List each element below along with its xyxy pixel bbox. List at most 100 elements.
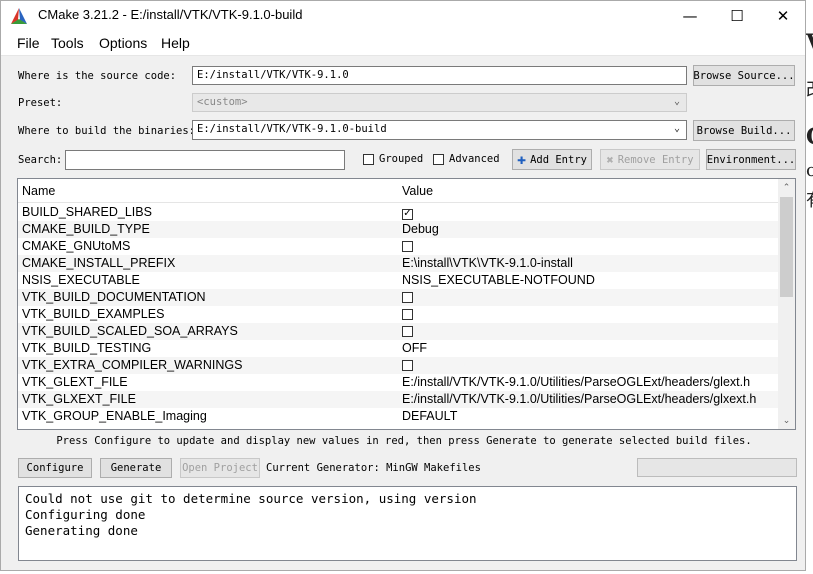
entry-name: VTK_GLXEXT_FILE <box>22 392 136 406</box>
background-right-glyph: 有 <box>806 186 813 212</box>
generate-button[interactable]: Generate <box>100 458 172 478</box>
entry-name: VTK_BUILD_SCALED_SOA_ARRAYS <box>22 324 238 338</box>
output-log[interactable]: Could not use git to determine source ve… <box>18 486 797 561</box>
menu-options[interactable]: Options <box>99 35 147 51</box>
entry-name: VTK_GROUP_ENABLE_Imaging <box>22 409 207 423</box>
entry-name: CMAKE_BUILD_TYPE <box>22 222 150 236</box>
remove-entry-label: Remove Entry <box>617 153 694 166</box>
grouped-label: Grouped <box>379 153 424 165</box>
table-row[interactable]: CMAKE_BUILD_TYPE Debug <box>18 221 779 238</box>
chevron-down-icon: ⌄ <box>673 96 680 107</box>
empty-checkbox[interactable] <box>402 309 413 320</box>
background-right-glyph: C <box>806 124 813 150</box>
add-entry-label: Add Entry <box>530 153 587 166</box>
background-right-glyph: o <box>806 160 813 181</box>
progress-bar <box>637 458 797 477</box>
empty-checkbox[interactable] <box>402 326 413 337</box>
scrollbar-thumb[interactable] <box>780 197 793 297</box>
remove-icon: ✖ <box>606 152 614 167</box>
configure-hint: Press Configure to update and display ne… <box>56 435 752 447</box>
advanced-box[interactable] <box>433 153 444 165</box>
build-path-value: E:/install/VTK/VTK-9.1.0-build <box>197 123 387 135</box>
entry-name: NSIS_EXECUTABLE <box>22 273 140 287</box>
entry-name: BUILD_SHARED_LIBS <box>22 205 152 219</box>
browse-build-button[interactable]: Browse Build... <box>693 120 795 141</box>
entry-value[interactable]: NSIS_EXECUTABLE-NOTFOUND <box>402 272 595 289</box>
menu-tools[interactable]: Tools <box>51 35 84 51</box>
search-label: Search: <box>18 154 63 166</box>
cmake-logo-icon <box>11 8 27 24</box>
entry-value[interactable]: E:/install/VTK/VTK-9.1.0/Utilities/Parse… <box>402 374 750 391</box>
entry-value[interactable]: E:/install/VTK/VTK-9.1.0/Utilities/Parse… <box>402 391 756 408</box>
current-generator-label: Current Generator: MinGW Makefiles <box>266 462 481 474</box>
output-line: Generating done <box>25 523 138 538</box>
scroll-up-icon[interactable]: ⌃ <box>778 179 795 196</box>
browse-source-button[interactable]: Browse Source... <box>693 65 795 86</box>
preset-label: Preset: <box>18 97 63 109</box>
build-label: Where to build the binaries: <box>18 125 196 137</box>
name-column-header[interactable]: Name <box>22 184 55 198</box>
entry-name: VTK_EXTRA_COMPILER_WARNINGS <box>22 358 243 372</box>
entry-value[interactable]: E:\install\VTK\VTK-9.1.0-install <box>402 255 573 272</box>
maximize-button[interactable]: ☐ <box>714 1 760 31</box>
preset-value: <custom> <box>197 96 248 108</box>
entry-value[interactable]: Debug <box>402 221 439 238</box>
menu-help[interactable]: Help <box>161 35 190 51</box>
background-right-glyph: V <box>806 30 813 56</box>
environment-button[interactable]: Environment... <box>706 149 796 170</box>
source-label: Where is the source code: <box>18 70 177 82</box>
entry-name: VTK_BUILD_DOCUMENTATION <box>22 290 206 304</box>
open-project-button: Open Project <box>180 458 260 478</box>
table-row[interactable]: VTK_BUILD_DOCUMENTATION <box>18 289 779 306</box>
remove-entry-button: ✖ Remove Entry <box>600 149 700 170</box>
table-row[interactable]: VTK_GLXEXT_FILE E:/install/VTK/VTK-9.1.0/… <box>18 391 779 408</box>
background-right-glyph: 改 <box>806 76 813 102</box>
table-row[interactable]: VTK_GLEXT_FILE E:/install/VTK/VTK-9.1.0/U… <box>18 374 779 391</box>
cmake-window: CMake 3.21.2 - E:/install/VTK/VTK-9.1.0-… <box>0 0 806 571</box>
table-row[interactable]: VTK_BUILD_TESTING OFF <box>18 340 779 357</box>
chevron-down-icon[interactable]: ⌄ <box>674 123 680 134</box>
scroll-down-icon[interactable]: ⌄ <box>778 412 795 429</box>
advanced-checkbox[interactable]: Advanced <box>433 153 500 165</box>
entry-value-checkbox[interactable]: ✓ <box>402 204 418 221</box>
vertical-scrollbar[interactable]: ⌃ ⌄ <box>778 179 795 429</box>
add-entry-button[interactable]: ✚ Add Entry <box>512 149 592 170</box>
build-path-combo[interactable]: E:/install/VTK/VTK-9.1.0-build ⌄ <box>192 120 687 140</box>
plus-icon: ✚ <box>517 150 527 168</box>
table-row[interactable]: CMAKE_GNUtoMS <box>18 238 779 255</box>
table-row[interactable]: NSIS_EXECUTABLE NSIS_EXECUTABLE-NOTFOUND <box>18 272 779 289</box>
entry-name: VTK_GLEXT_FILE <box>22 375 128 389</box>
table-row[interactable]: VTK_EXTRA_COMPILER_WARNINGS <box>18 357 779 374</box>
entry-name: CMAKE_INSTALL_PREFIX <box>22 256 176 270</box>
table-row[interactable]: CMAKE_INSTALL_PREFIX E:\install\VTK\VTK-9… <box>18 255 779 272</box>
entry-name: VTK_BUILD_TESTING <box>22 341 152 355</box>
close-button[interactable]: ✕ <box>760 1 805 31</box>
grouped-box[interactable] <box>363 153 374 165</box>
grouped-checkbox[interactable]: Grouped <box>363 153 423 165</box>
entry-name: VTK_BUILD_EXAMPLES <box>22 307 165 321</box>
window-title: CMake 3.21.2 - E:/install/VTK/VTK-9.1.0-… <box>38 7 303 22</box>
preset-combo: <custom> ⌄ <box>192 93 687 112</box>
cache-table: Name Value BUILD_SHARED_LIBS ✓ CMAKE_BUILD… <box>17 178 796 430</box>
empty-checkbox[interactable] <box>402 292 413 303</box>
table-row[interactable]: VTK_BUILD_EXAMPLES <box>18 306 779 323</box>
value-column-header[interactable]: Value <box>402 184 433 198</box>
empty-checkbox[interactable] <box>402 241 413 252</box>
table-row[interactable]: BUILD_SHARED_LIBS ✓ <box>18 204 779 221</box>
table-row[interactable]: VTK_GROUP_ENABLE_Imaging DEFAULT <box>18 408 779 425</box>
configure-button[interactable]: Configure <box>18 458 92 478</box>
advanced-label: Advanced <box>449 153 500 165</box>
search-input[interactable] <box>65 150 345 170</box>
entry-value[interactable]: DEFAULT <box>402 408 457 425</box>
menu-file[interactable]: File <box>17 35 40 51</box>
table-header: Name Value <box>18 179 779 203</box>
title-bar: CMake 3.21.2 - E:/install/VTK/VTK-9.1.0-… <box>1 1 805 31</box>
output-line: Configuring done <box>25 507 146 522</box>
menu-bar: File Tools Options Help <box>1 31 805 56</box>
minimize-button[interactable]: — <box>667 1 713 31</box>
entry-value[interactable]: OFF <box>402 340 427 357</box>
empty-checkbox[interactable] <box>402 360 413 371</box>
checkmark-icon[interactable]: ✓ <box>402 208 413 220</box>
source-path-input[interactable]: E:/install/VTK/VTK-9.1.0 <box>192 66 687 85</box>
table-row[interactable]: VTK_BUILD_SCALED_SOA_ARRAYS <box>18 323 779 340</box>
